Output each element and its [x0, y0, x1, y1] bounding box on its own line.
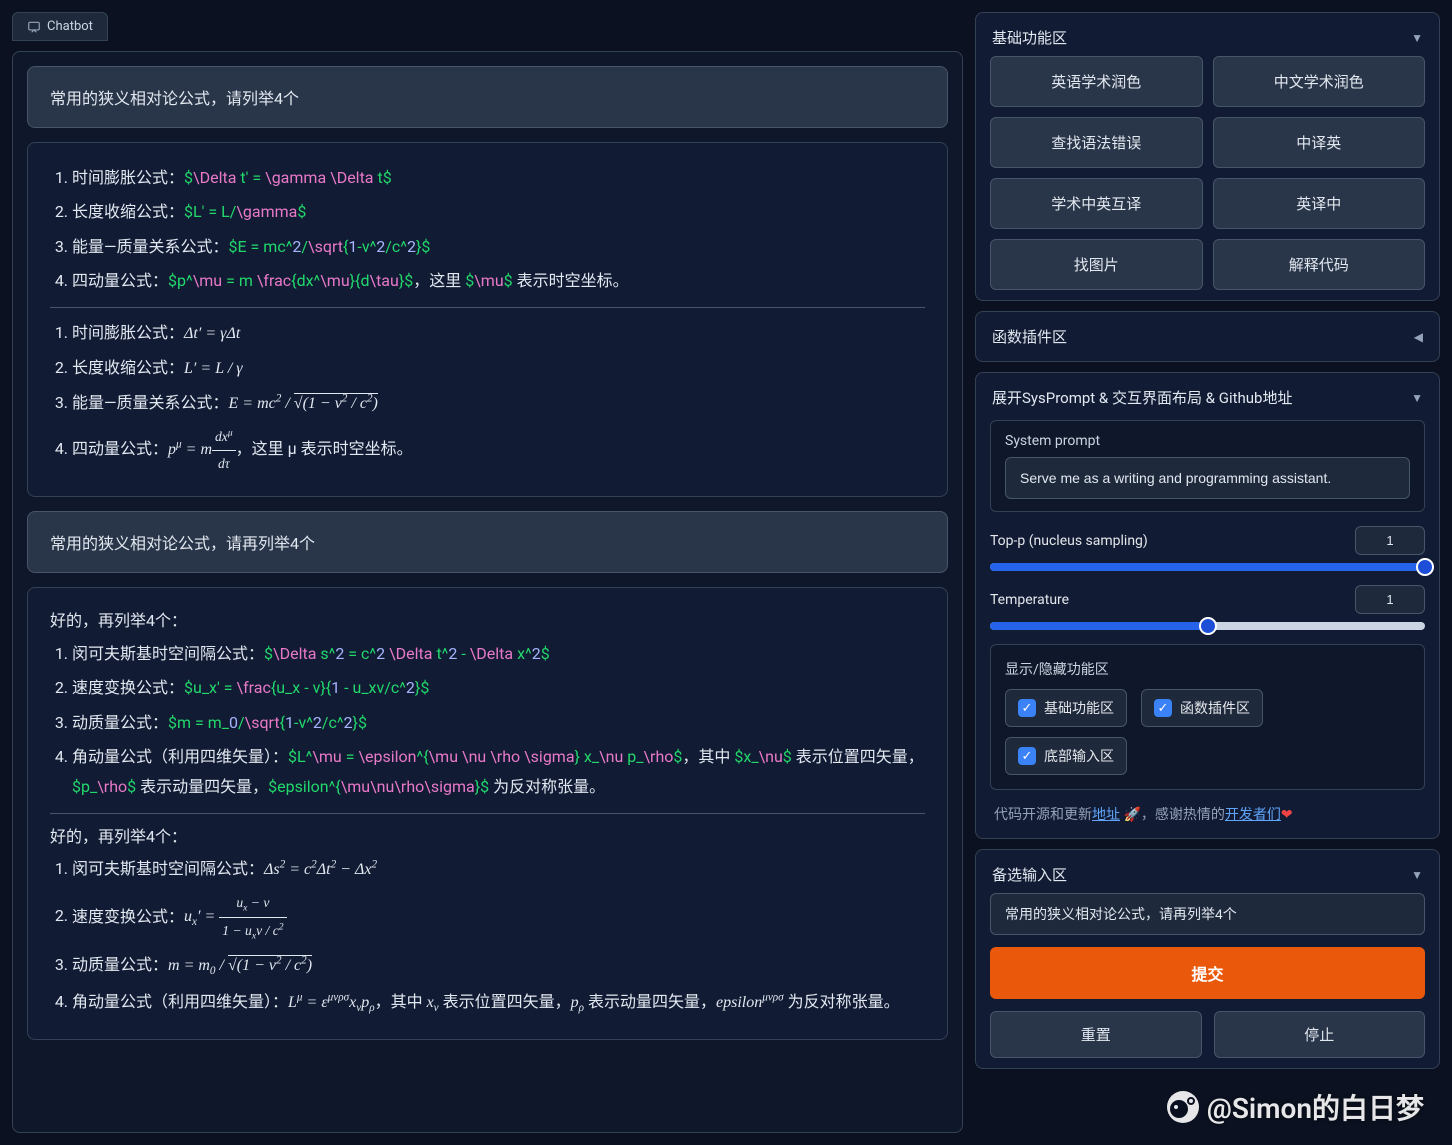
topp-label: Top-p (nucleus sampling): [990, 533, 1148, 549]
btn-explain-code[interactable]: 解释代码: [1213, 239, 1426, 290]
sysprompt-header[interactable]: 展开SysPrompt & 交互界面布局 & Github地址 ▼: [990, 383, 1425, 416]
chevron-left-icon: ◀: [1414, 330, 1423, 344]
footer-note: 代码开源和更新地址 🚀，感谢热情的开发者们❤: [990, 804, 1425, 828]
chevron-down-icon: ▼: [1411, 868, 1423, 882]
rocket-icon: 🚀: [1123, 807, 1140, 823]
plugin-panel: 函数插件区 ◀: [975, 311, 1440, 362]
checkbox-checked-icon: ✓: [1018, 747, 1036, 765]
chat-icon: [27, 20, 41, 34]
btn-grammar-check[interactable]: 查找语法错误: [990, 117, 1203, 168]
user-message: 常用的狭义相对论公式，请再列举4个: [27, 511, 948, 573]
alt-input-header[interactable]: 备选输入区 ▼: [990, 860, 1425, 893]
btn-find-image[interactable]: 找图片: [990, 239, 1203, 290]
basic-functions-panel: 基础功能区 ▼ 英语学术润色 中文学术润色 查找语法错误 中译英 学术中英互译 …: [975, 12, 1440, 301]
plugin-header[interactable]: 函数插件区 ◀: [990, 324, 1425, 349]
system-prompt-label: System prompt: [1005, 433, 1410, 449]
chat-area: 常用的狭义相对论公式，请列举4个 时间膨胀公式：$\Delta t' = \ga…: [12, 51, 963, 1133]
topp-slider[interactable]: [990, 563, 1425, 571]
bot-message: 时间膨胀公式：$\Delta t' = \gamma \Delta t$ 长度收…: [27, 142, 948, 497]
temp-label: Temperature: [990, 592, 1069, 608]
watermark: @Simon的白日梦: [1165, 1087, 1424, 1127]
basic-header[interactable]: 基础功能区 ▼: [990, 23, 1425, 56]
chevron-down-icon: ▼: [1411, 31, 1423, 45]
temp-value-input[interactable]: [1355, 585, 1425, 614]
repo-link[interactable]: 地址: [1092, 807, 1120, 823]
stop-button[interactable]: 停止: [1214, 1011, 1426, 1058]
tab-label: Chatbot: [47, 19, 93, 34]
checkbox-checked-icon: ✓: [1018, 699, 1036, 717]
temp-slider[interactable]: [990, 622, 1425, 630]
sysprompt-panel: 展开SysPrompt & 交互界面布局 & Github地址 ▼ System…: [975, 372, 1440, 839]
bot-message: 好的，再列举4个： 闵可夫斯基时空间隔公式：$\Delta s^2 = c^2 …: [27, 587, 948, 1040]
checkbox-checked-icon: ✓: [1154, 699, 1172, 717]
btn-chinese-polish[interactable]: 中文学术润色: [1213, 56, 1426, 107]
chk-bottom-input[interactable]: ✓ 底部输入区: [1005, 737, 1127, 775]
devs-link[interactable]: 开发者们: [1225, 807, 1281, 823]
btn-academic-translate[interactable]: 学术中英互译: [990, 178, 1203, 229]
submit-button[interactable]: 提交: [990, 947, 1425, 999]
visibility-label: 显示/隐藏功能区: [1005, 659, 1410, 679]
tab-chatbot[interactable]: Chatbot: [12, 12, 108, 41]
topp-value-input[interactable]: [1355, 526, 1425, 555]
chk-plugin[interactable]: ✓ 函数插件区: [1141, 689, 1263, 727]
user-message: 常用的狭义相对论公式，请列举4个: [27, 66, 948, 128]
btn-en-to-zh[interactable]: 英译中: [1213, 178, 1426, 229]
btn-english-polish[interactable]: 英语学术润色: [990, 56, 1203, 107]
alt-input-field[interactable]: [990, 893, 1425, 935]
btn-zh-to-en[interactable]: 中译英: [1213, 117, 1426, 168]
alt-input-panel: 备选输入区 ▼ 提交 重置 停止: [975, 849, 1440, 1069]
heart-icon: ❤: [1281, 807, 1293, 823]
chevron-down-icon: ▼: [1411, 391, 1423, 405]
system-prompt-input[interactable]: [1005, 457, 1410, 499]
reset-button[interactable]: 重置: [990, 1011, 1202, 1058]
weibo-icon: [1165, 1089, 1201, 1125]
chk-basic[interactable]: ✓ 基础功能区: [1005, 689, 1127, 727]
